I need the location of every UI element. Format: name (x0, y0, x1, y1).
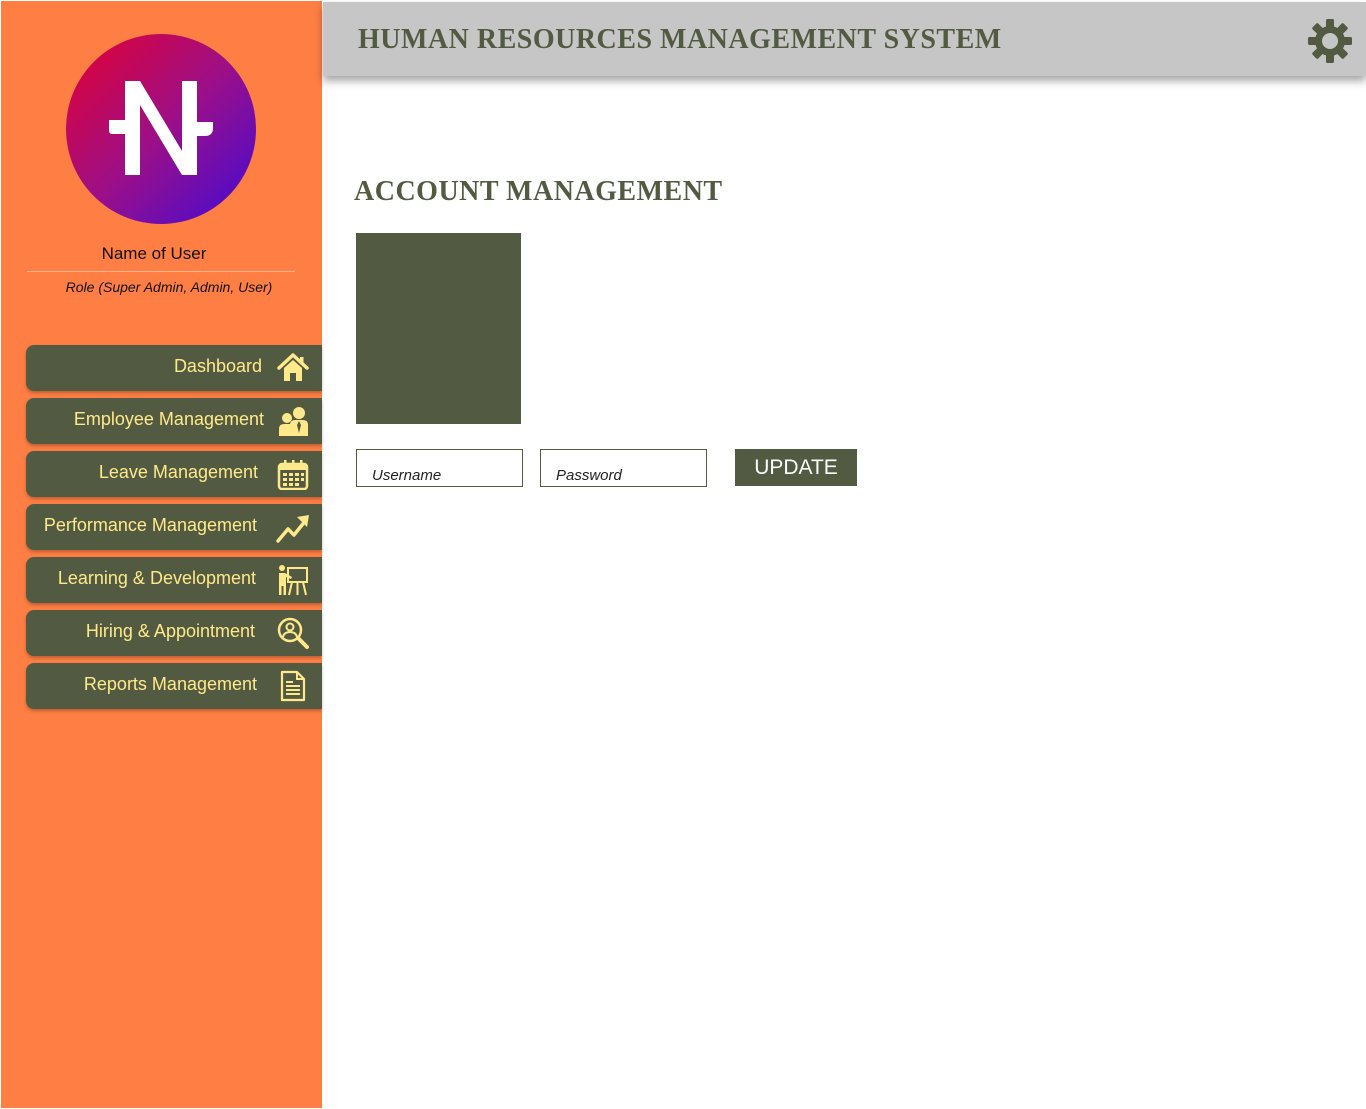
nav-item-employee-management[interactable]: Employee Management (26, 398, 322, 444)
home-icon (277, 353, 309, 381)
user-divider (27, 271, 295, 272)
document-icon (280, 670, 306, 702)
logo-letter-n (109, 81, 213, 175)
username-field (356, 449, 523, 487)
search-person-icon (277, 617, 309, 649)
sidebar: Name of User Role (Super Admin, Admin, U… (1, 1, 322, 1108)
logo (66, 34, 256, 224)
nav-item-label: Employee Management (73, 409, 264, 429)
update-button[interactable]: UPDATE (735, 449, 857, 486)
page-title: ACCOUNT MANAGEMENT (354, 176, 723, 207)
nav-item-learning-development[interactable]: Learning & Development (26, 557, 322, 603)
gear-icon[interactable] (1308, 19, 1352, 63)
nav-item-label: Leave Management (98, 462, 258, 482)
nav-item-label: Dashboard (173, 356, 262, 376)
app-title: HUMAN RESOURCES MANAGEMENT SYSTEM (358, 24, 1002, 55)
nav-item-performance-management[interactable]: Performance Management (26, 504, 322, 550)
password-input[interactable] (541, 450, 706, 486)
nav-item-label: Performance Management (43, 515, 257, 535)
calendar-icon (277, 460, 309, 490)
nav-item-leave-management[interactable]: Leave Management (26, 451, 322, 497)
trend-up-icon (276, 515, 309, 543)
profile-photo-placeholder[interactable] (356, 233, 521, 424)
header-bar: HUMAN RESOURCES MANAGEMENT SYSTEM (323, 2, 1366, 76)
nav-item-label: Hiring & Appointment (85, 621, 255, 641)
username-input[interactable] (357, 450, 522, 486)
employees-icon (279, 407, 308, 436)
presenter-icon (279, 565, 308, 596)
nav-item-dashboard[interactable]: Dashboard (26, 345, 322, 391)
nav-item-reports-management[interactable]: Reports Management (26, 663, 322, 709)
password-field (540, 449, 707, 487)
nav-item-label: Reports Management (83, 674, 257, 694)
nav-item-label: Learning & Development (57, 568, 256, 588)
nav-item-hiring-appointment[interactable]: Hiring & Appointment (26, 610, 322, 656)
user-name: Name of User (101, 244, 207, 263)
user-role: Role (Super Admin, Admin, User) (65, 279, 273, 295)
